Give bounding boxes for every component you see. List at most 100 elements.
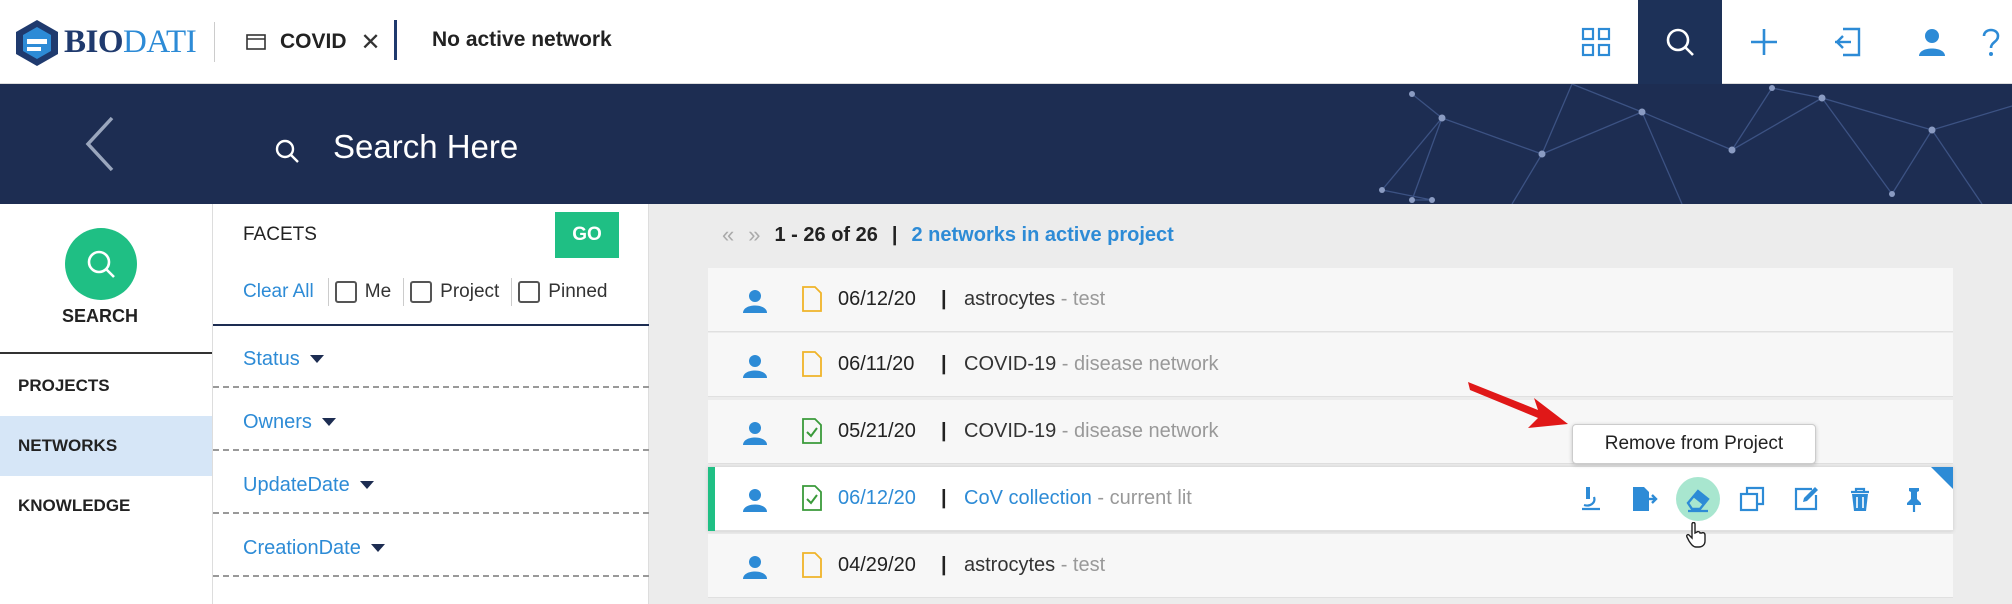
network-row[interactable]: 06/11/20 | COVID-19 - disease network xyxy=(708,333,1953,397)
network-description: - disease network xyxy=(1056,353,1219,375)
separator: | xyxy=(941,487,947,509)
document-icon xyxy=(802,351,822,377)
row-title: COVID-19 - disease network xyxy=(964,420,1219,443)
facet-owners[interactable]: Owners xyxy=(243,391,643,453)
logo-mark-icon xyxy=(16,20,58,66)
user-icon xyxy=(1919,29,1945,56)
apps-grid-icon xyxy=(1581,27,1611,57)
checkbox-label: Me xyxy=(364,281,392,302)
search-input[interactable]: Search Here xyxy=(333,128,518,166)
search-nav-label: SEARCH xyxy=(61,306,138,326)
last-page-button[interactable]: » xyxy=(748,222,760,248)
separator: | xyxy=(941,554,947,576)
caret-down-icon xyxy=(321,418,336,426)
network-name: CoV collection xyxy=(964,487,1092,509)
close-project-icon[interactable]: ✕ xyxy=(361,28,381,57)
network-name: astrocytes xyxy=(964,288,1056,310)
checkbox-box[interactable] xyxy=(518,281,541,303)
facet-update-date[interactable]: UpdateDate xyxy=(243,454,643,516)
help-icon xyxy=(1982,28,2000,56)
user-icon xyxy=(743,290,767,313)
user-button[interactable] xyxy=(1890,0,1974,84)
network-row[interactable]: 06/12/20 | astrocytes - test xyxy=(708,268,1953,332)
pinned-corner-marker xyxy=(1931,467,1953,489)
checkbox-project[interactable]: Project xyxy=(410,281,499,303)
nav-item-networks[interactable]: NETWORKS xyxy=(0,416,212,476)
divider xyxy=(213,386,649,388)
login-button[interactable] xyxy=(1806,0,1890,84)
delete-button[interactable] xyxy=(1838,477,1882,521)
nav-item-knowledge[interactable]: KNOWLEDGE xyxy=(0,476,212,536)
checkbox-pinned[interactable]: Pinned xyxy=(518,281,607,303)
top-bar: BIODATI COVID ✕ No active network xyxy=(0,0,2012,84)
search-icon xyxy=(275,139,299,163)
network-description: - test xyxy=(1055,554,1106,576)
row-title: CoV collection - current lit xyxy=(964,487,1192,510)
facet-status[interactable]: Status xyxy=(243,328,643,390)
apps-grid-button[interactable] xyxy=(1554,0,1638,84)
checkbox-me[interactable]: Me xyxy=(334,281,392,303)
trash-icon xyxy=(1851,487,1869,511)
row-actions xyxy=(1568,477,1936,521)
help-button[interactable] xyxy=(1974,0,2012,84)
checkbox-label: Project xyxy=(440,281,500,302)
facet-creation-date[interactable]: CreationDate xyxy=(243,517,643,579)
network-row-active[interactable]: 06/12/20 | CoV collection - current lit xyxy=(708,467,1953,531)
caret-down-icon xyxy=(359,481,374,489)
copy-button[interactable] xyxy=(1730,477,1774,521)
add-icon xyxy=(1751,29,1777,55)
separator: | xyxy=(941,420,947,442)
document-icon xyxy=(802,552,822,578)
checkbox-box[interactable] xyxy=(334,281,357,303)
export-icon xyxy=(1633,487,1658,511)
nav-list: PROJECTS NETWORKS KNOWLEDGE xyxy=(0,356,212,536)
add-button[interactable] xyxy=(1722,0,1806,84)
search-nav-block: SEARCH xyxy=(0,204,212,354)
user-icon xyxy=(743,422,767,445)
divider xyxy=(403,278,405,306)
row-date: 06/11/20 xyxy=(838,353,915,375)
clear-all-link[interactable]: Clear All xyxy=(243,281,314,303)
logo-text: BIODATI xyxy=(64,23,197,60)
search-icon xyxy=(1666,28,1694,56)
document-checked-icon xyxy=(802,418,822,444)
facet-label: Owners xyxy=(243,410,312,433)
nav-item-projects[interactable]: PROJECTS xyxy=(0,356,212,416)
user-icon xyxy=(743,556,767,579)
network-status: No active network xyxy=(432,28,612,51)
networks-in-project-link[interactable]: 2 networks in active project xyxy=(912,224,1174,247)
divider xyxy=(214,22,215,62)
network-name: astrocytes xyxy=(964,554,1056,576)
network-name: COVID-19 xyxy=(964,420,1057,442)
microscope-icon xyxy=(1582,487,1600,511)
result-count: 1 - 26 of 26 xyxy=(774,223,878,246)
remove-from-project-button[interactable] xyxy=(1676,477,1720,521)
document-icon xyxy=(802,286,822,312)
separator: | xyxy=(941,288,947,310)
checkbox-label: Pinned xyxy=(548,281,608,302)
pin-button[interactable] xyxy=(1892,477,1936,521)
first-page-button[interactable]: « xyxy=(722,222,734,248)
row-title: COVID-19 - disease network xyxy=(964,353,1219,376)
go-button[interactable]: GO xyxy=(555,212,619,258)
project-name: COVID xyxy=(280,30,347,53)
back-arrow-icon[interactable] xyxy=(80,114,120,174)
network-row[interactable]: 04/29/20 | astrocytes - test xyxy=(708,534,1953,598)
logo[interactable]: BIODATI xyxy=(12,16,197,68)
analyze-button[interactable] xyxy=(1568,477,1612,521)
search-banner: Search Here xyxy=(0,84,2012,204)
left-nav: SEARCH PROJECTS NETWORKS KNOWLEDGE xyxy=(0,204,213,604)
search-button[interactable] xyxy=(1638,0,1722,84)
export-button[interactable] xyxy=(1622,477,1666,521)
search-nav-button[interactable] xyxy=(65,228,137,300)
facets-panel: FACETS GO Clear All Me Project Pinned St… xyxy=(213,204,649,604)
document-checked-icon xyxy=(802,485,822,511)
search-icon xyxy=(87,250,115,278)
top-actions xyxy=(1554,0,2012,84)
edit-button[interactable] xyxy=(1784,477,1828,521)
row-date: 06/12/20 xyxy=(838,288,916,310)
project-tab[interactable]: COVID ✕ xyxy=(246,24,381,60)
divider xyxy=(213,324,649,326)
checkbox-box[interactable] xyxy=(410,281,433,303)
user-icon xyxy=(743,489,767,512)
